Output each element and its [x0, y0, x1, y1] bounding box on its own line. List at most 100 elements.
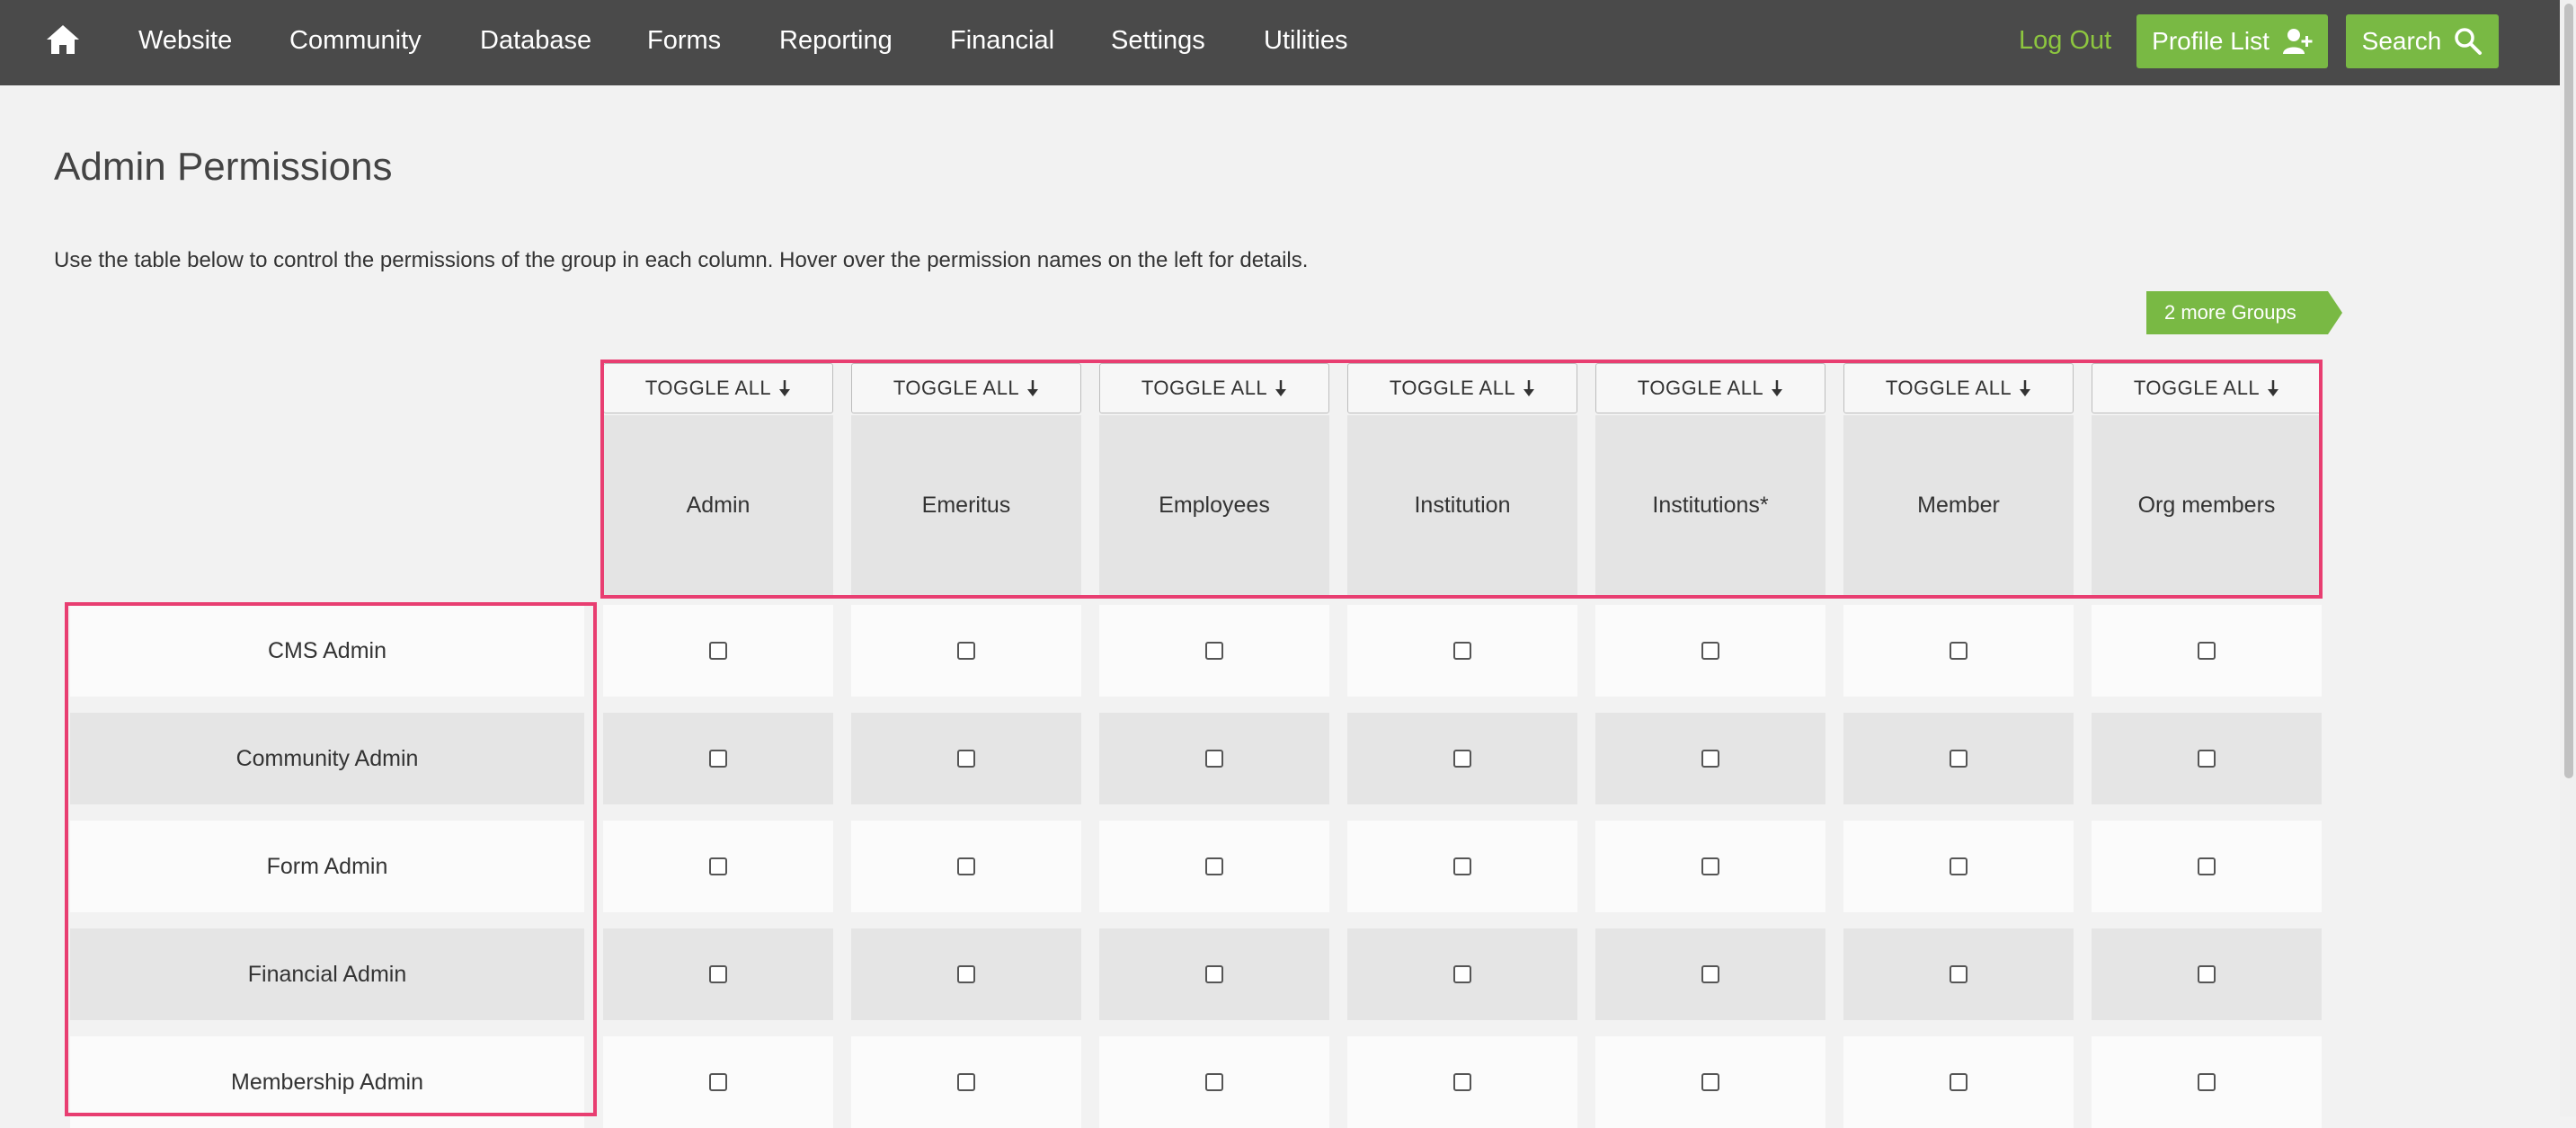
permission-cell [1347, 1036, 1577, 1128]
permission-checkbox[interactable] [1950, 965, 1968, 983]
scrollbar-thumb[interactable] [2564, 4, 2573, 778]
logout-link[interactable]: Log Out [2019, 25, 2111, 56]
nav-website[interactable]: Website [138, 25, 232, 56]
group-name: Employees [1159, 492, 1270, 518]
permission-cell [851, 821, 1081, 912]
permission-checkbox[interactable] [1701, 1073, 1719, 1091]
permission-checkbox[interactable] [1205, 750, 1223, 768]
page-description: Use the table below to control the permi… [54, 248, 1309, 272]
profile-list-label: Profile List [2152, 27, 2270, 55]
toggle-all-label: TOGGLE ALL [1885, 377, 2012, 399]
permission-checkbox[interactable] [1453, 1073, 1471, 1091]
nav-community[interactable]: Community [289, 25, 422, 56]
permission-cell [1595, 821, 1825, 912]
nav-settings[interactable]: Settings [1111, 25, 1205, 56]
search-button[interactable]: Search [2346, 14, 2499, 68]
toggle-all-button[interactable]: TOGGLE ALL [1099, 363, 1329, 413]
group-header: Admin [603, 415, 833, 595]
home-icon[interactable] [45, 22, 81, 58]
permission-checkbox[interactable] [1453, 750, 1471, 768]
permission-cell [1843, 1036, 2074, 1128]
permission-checkbox[interactable] [957, 750, 975, 768]
permission-checkbox[interactable] [1701, 750, 1719, 768]
group-header: Member [1843, 415, 2074, 595]
permission-cell [2092, 605, 2322, 697]
permission-label-cms-admin: CMS Admin [70, 605, 584, 697]
permission-checkbox[interactable] [2198, 1073, 2216, 1091]
arrow-down-icon [1027, 380, 1039, 396]
nav-financial[interactable]: Financial [950, 25, 1054, 56]
permission-cell [851, 605, 1081, 697]
permission-checkbox[interactable] [957, 642, 975, 660]
permission-checkbox[interactable] [1950, 857, 1968, 875]
permission-checkbox[interactable] [1205, 1073, 1223, 1091]
nav-utilities[interactable]: Utilities [1264, 25, 1347, 56]
toggle-all-button[interactable]: TOGGLE ALL [851, 363, 1081, 413]
permission-checkbox[interactable] [1205, 642, 1223, 660]
permission-cell [1099, 1036, 1329, 1128]
permission-checkbox[interactable] [1205, 857, 1223, 875]
search-label: Search [2361, 27, 2442, 55]
permission-checkbox[interactable] [709, 1073, 727, 1091]
nav-database[interactable]: Database [480, 25, 591, 56]
permission-checkbox[interactable] [1701, 857, 1719, 875]
permission-checkbox[interactable] [2198, 642, 2216, 660]
permission-checkbox[interactable] [1453, 965, 1471, 983]
toggle-all-label: TOGGLE ALL [893, 377, 1020, 399]
permission-label-community-admin: Community Admin [70, 713, 584, 804]
permission-checkbox[interactable] [709, 750, 727, 768]
arrow-down-icon [2268, 380, 2279, 396]
permission-checkbox[interactable] [1950, 750, 1968, 768]
permission-checkbox[interactable] [709, 642, 727, 660]
permission-name: Form Admin [266, 853, 388, 879]
permission-name: Community Admin [235, 745, 419, 771]
permission-name: Membership Admin [231, 1069, 423, 1095]
nav-forms[interactable]: Forms [647, 25, 721, 56]
permission-cell [2092, 821, 2322, 912]
toggle-all-button[interactable]: TOGGLE ALL [1595, 363, 1825, 413]
permission-checkbox[interactable] [1453, 857, 1471, 875]
toggle-all-button[interactable]: TOGGLE ALL [603, 363, 833, 413]
permission-checkbox[interactable] [2198, 750, 2216, 768]
permission-cell [2092, 1036, 2322, 1128]
permission-cell [1843, 713, 2074, 804]
add-user-icon [2282, 29, 2313, 54]
permission-checkbox[interactable] [709, 965, 727, 983]
group-name: Org members [2137, 492, 2276, 518]
top-nav: Website Community Database Forms Reporti… [0, 0, 2560, 85]
profile-list-button[interactable]: Profile List [2136, 14, 2328, 68]
permission-cell [851, 928, 1081, 1020]
permission-checkbox[interactable] [709, 857, 727, 875]
toggle-all-button[interactable]: TOGGLE ALL [2092, 363, 2322, 413]
permission-name: CMS Admin [268, 637, 386, 663]
arrow-down-icon [779, 380, 791, 396]
permission-cell [1595, 713, 1825, 804]
permission-cell [603, 713, 833, 804]
permission-checkbox[interactable] [2198, 857, 2216, 875]
permission-checkbox[interactable] [957, 1073, 975, 1091]
group-name: Emeritus [921, 492, 1011, 518]
permission-checkbox[interactable] [957, 857, 975, 875]
permission-checkbox[interactable] [1701, 642, 1719, 660]
more-groups-button[interactable]: 2 more Groups [2146, 291, 2342, 334]
permission-cell [1595, 928, 1825, 1020]
permission-cell [1347, 821, 1577, 912]
toggle-all-label: TOGGLE ALL [2133, 377, 2261, 399]
permission-checkbox[interactable] [957, 965, 975, 983]
group-header: Employees [1099, 415, 1329, 595]
toggle-all-button[interactable]: TOGGLE ALL [1843, 363, 2074, 413]
permission-checkbox[interactable] [1950, 1073, 1968, 1091]
toggle-all-label: TOGGLE ALL [1389, 377, 1516, 399]
permission-checkbox[interactable] [1950, 642, 1968, 660]
nav-reporting[interactable]: Reporting [779, 25, 893, 56]
permission-cell [1099, 713, 1329, 804]
permission-cell [851, 713, 1081, 804]
toggle-all-button[interactable]: TOGGLE ALL [1347, 363, 1577, 413]
permission-label-financial-admin: Financial Admin [70, 928, 584, 1020]
permission-checkbox[interactable] [1205, 965, 1223, 983]
permission-cell [2092, 713, 2322, 804]
permission-checkbox[interactable] [1701, 965, 1719, 983]
arrow-down-icon [2020, 380, 2031, 396]
permission-checkbox[interactable] [1453, 642, 1471, 660]
permission-checkbox[interactable] [2198, 965, 2216, 983]
